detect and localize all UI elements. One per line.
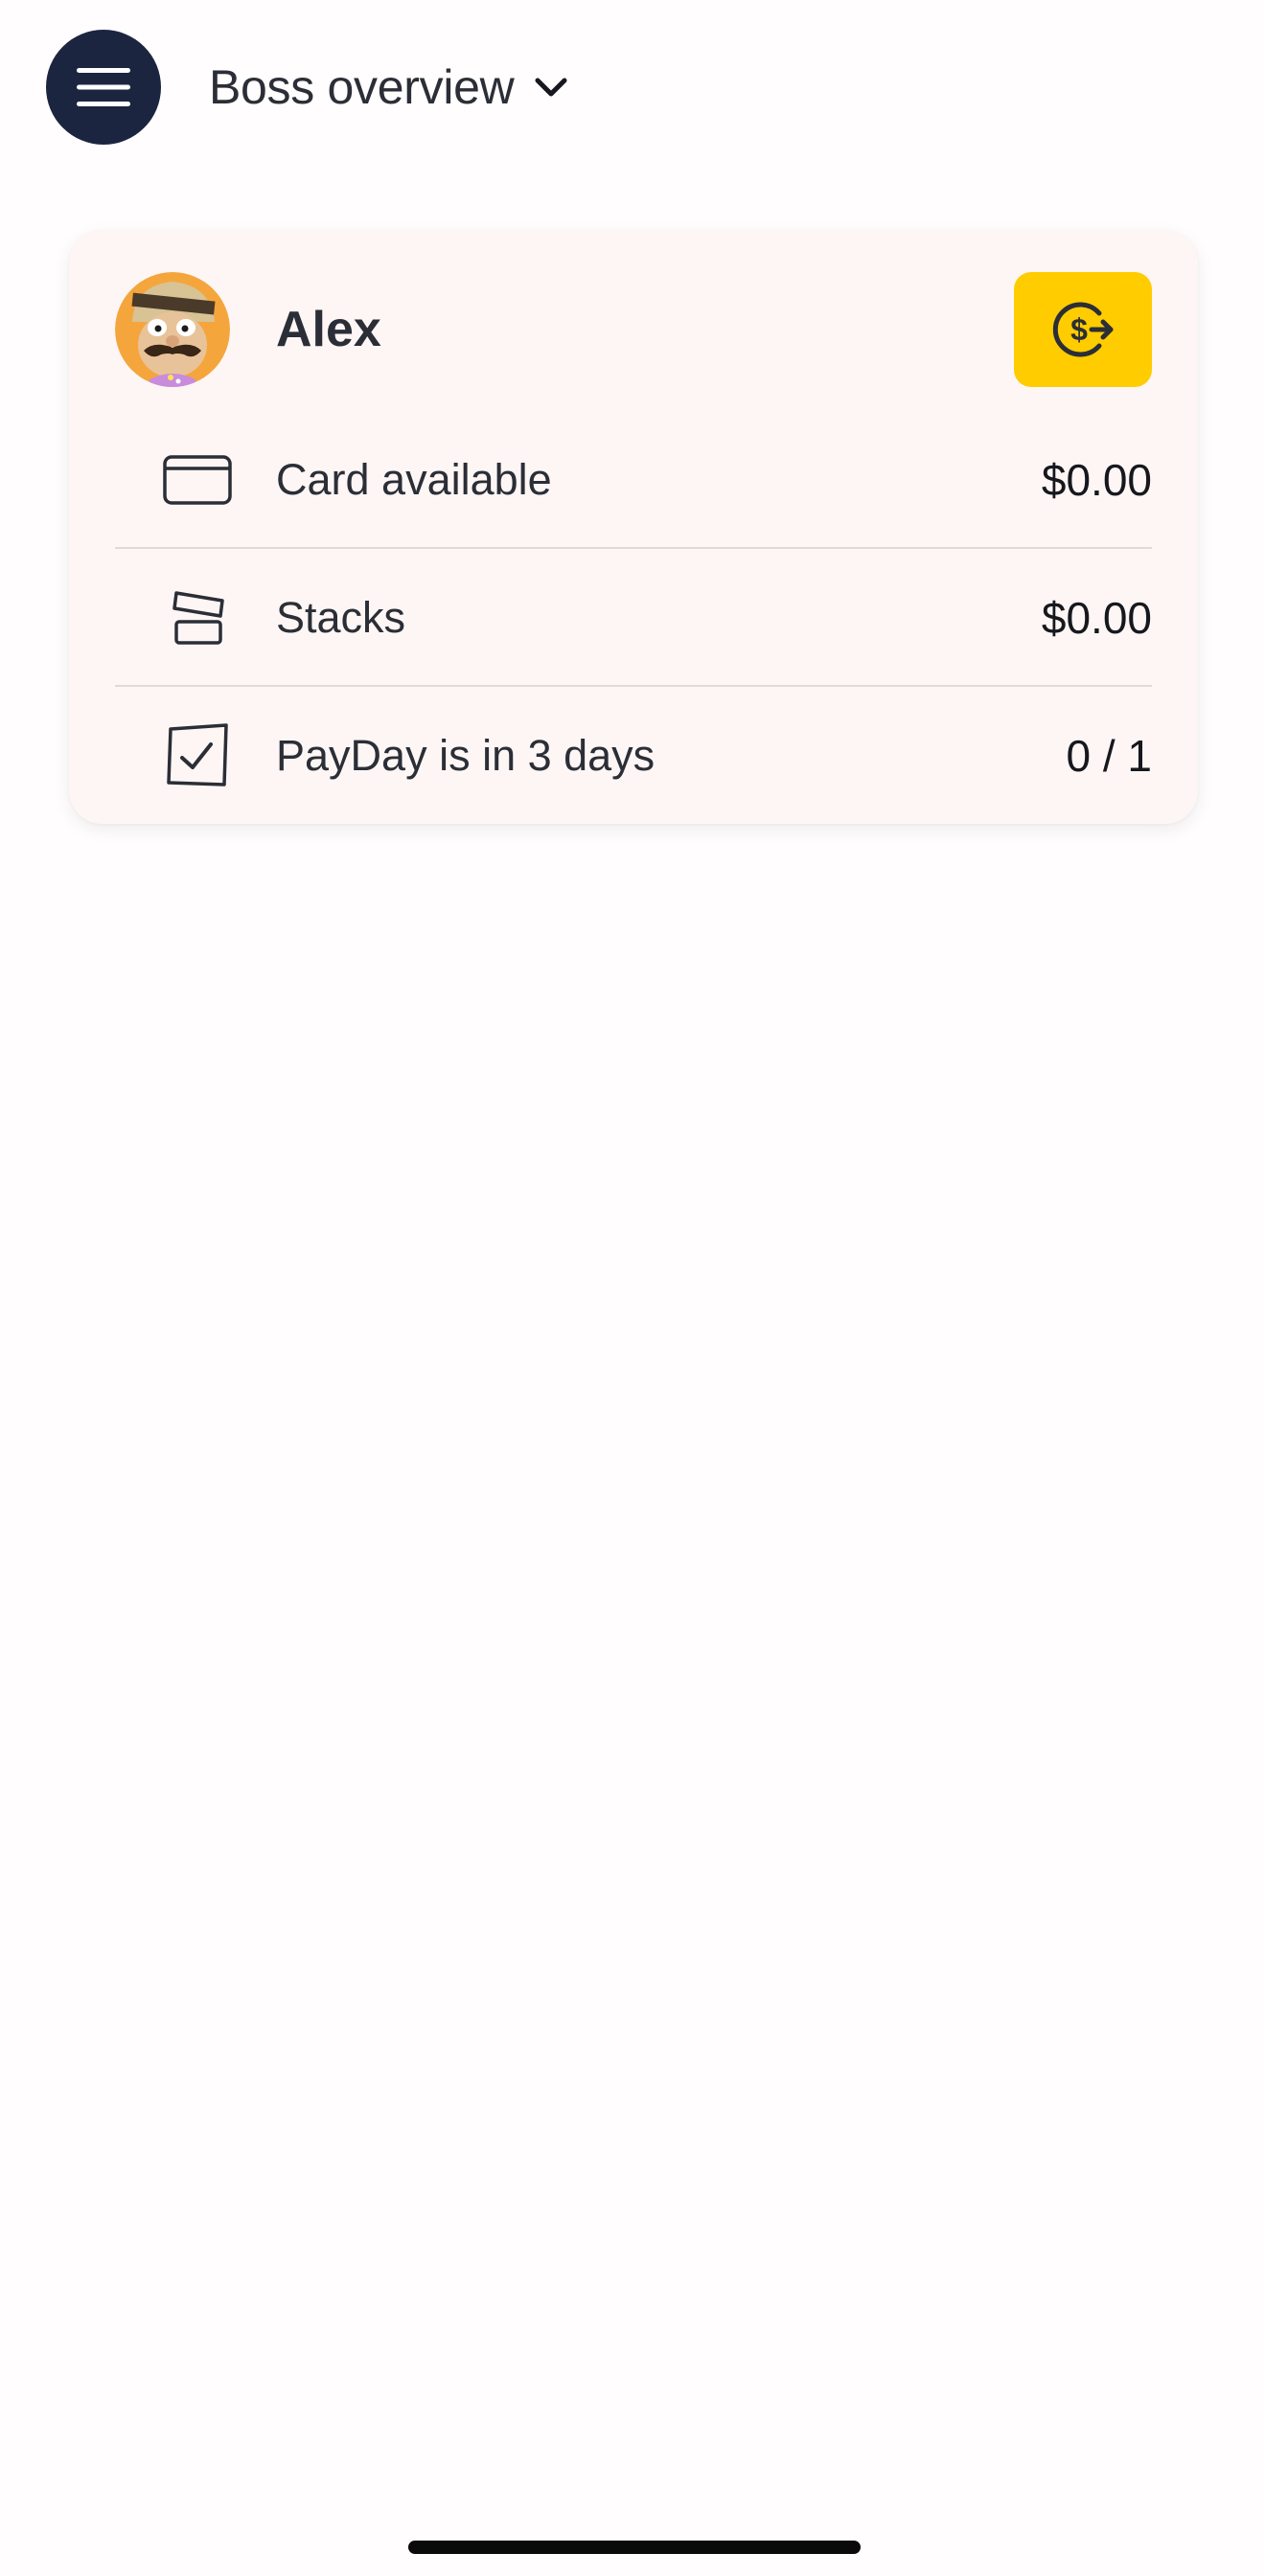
checkbox-icon (161, 719, 234, 792)
card-icon (161, 444, 234, 516)
account-switcher[interactable]: Boss overview (209, 49, 567, 125)
hamburger-menu-icon (77, 68, 130, 106)
card-available-value: $0.00 (1041, 455, 1152, 505)
card-available-row[interactable]: Card available $0.00 (115, 412, 1152, 549)
child-card[interactable]: Alex $ Card available $0.00 Stacks $0.00… (69, 230, 1198, 824)
child-name: Alex (276, 302, 381, 357)
stacks-label: Stacks (276, 593, 406, 642)
stacks-row[interactable]: Stacks $0.00 (115, 550, 1152, 687)
payday-label: PayDay is in 3 days (276, 731, 656, 780)
dollar-transfer-icon: $ (1052, 302, 1114, 357)
avatar (115, 272, 230, 387)
mustache-character-avatar (115, 272, 230, 387)
payday-row[interactable]: PayDay is in 3 days 0 / 1 (115, 688, 1152, 824)
stacks-value: $0.00 (1041, 593, 1152, 643)
page-title: Boss overview (209, 60, 515, 114)
card-available-label: Card available (276, 455, 552, 504)
menu-button[interactable] (46, 30, 161, 145)
stacks-icon (161, 581, 234, 654)
transfer-money-button[interactable]: $ (1014, 272, 1152, 387)
divider (115, 685, 1152, 687)
divider (115, 547, 1152, 549)
svg-text:$: $ (1070, 312, 1088, 347)
home-indicator[interactable] (408, 2541, 861, 2554)
chores-progress-value: 0 / 1 (1066, 731, 1152, 781)
chevron-down-icon (535, 78, 567, 97)
